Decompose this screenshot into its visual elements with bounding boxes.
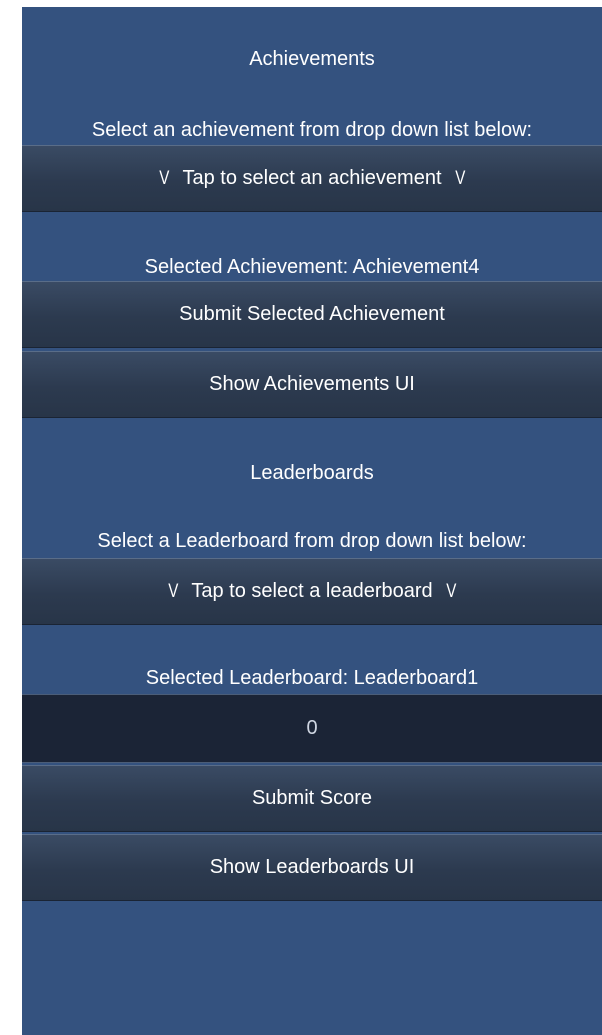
- achievement-dropdown-label: Tap to select an achievement: [182, 167, 442, 189]
- chevron-down-icon: V: [167, 580, 179, 602]
- leaderboards-heading: Leaderboards: [250, 462, 374, 484]
- submit-achievement-button[interactable]: Submit Selected Achievement: [22, 281, 602, 348]
- submit-score-button[interactable]: Submit Score: [22, 765, 602, 832]
- chevron-down-icon: V: [454, 167, 465, 189]
- score-input[interactable]: 0: [22, 694, 602, 763]
- chevron-down-icon: V: [445, 580, 457, 602]
- chevron-down-icon: V: [159, 167, 170, 189]
- achievements-heading: Achievements: [249, 48, 375, 70]
- achievement-dropdown[interactable]: V Tap to select an achievement V: [22, 145, 602, 212]
- show-leaderboards-ui-button[interactable]: Show Leaderboards UI: [22, 834, 602, 901]
- leaderboards-instruction: Select a Leaderboard from drop down list…: [97, 530, 527, 552]
- show-achievements-ui-button[interactable]: Show Achievements UI: [22, 351, 602, 418]
- selected-leaderboard-text: Selected Leaderboard: Leaderboard1: [145, 667, 479, 689]
- leaderboard-dropdown[interactable]: V Tap to select a leaderboard V: [22, 558, 602, 625]
- leaderboard-dropdown-label: Tap to select a leaderboard: [191, 580, 433, 602]
- game-services-panel: Achievements Select an achievement from …: [22, 7, 602, 1035]
- achievements-instruction: Select an achievement from drop down lis…: [91, 119, 533, 141]
- selected-achievement-text: Selected Achievement: Achievement4: [144, 256, 480, 278]
